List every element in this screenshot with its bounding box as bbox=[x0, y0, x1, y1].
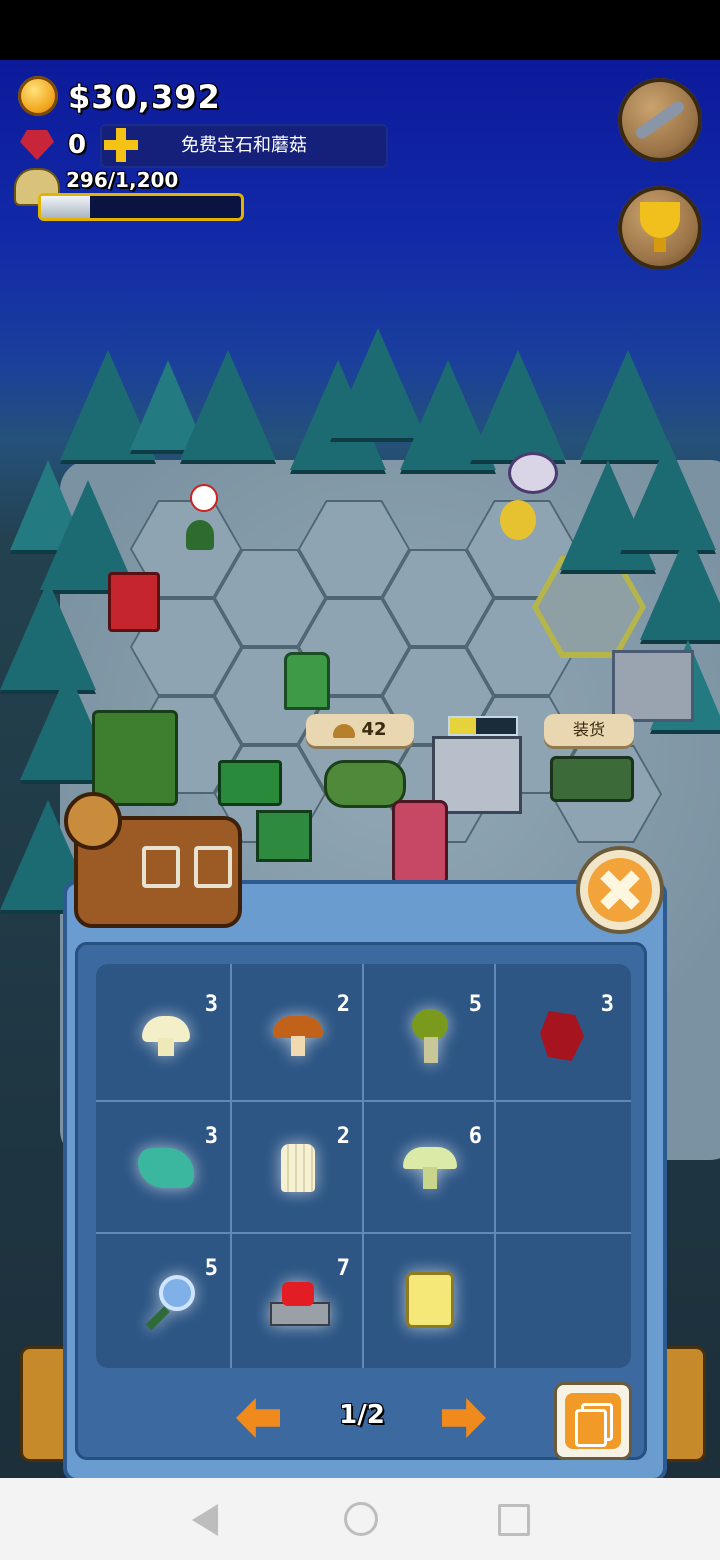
cards-icon bbox=[565, 1393, 621, 1449]
solar-panel-station[interactable] bbox=[612, 650, 694, 722]
back-icon[interactable] bbox=[192, 1504, 218, 1536]
system-nav-bar bbox=[0, 1478, 720, 1560]
character-sprite[interactable] bbox=[186, 520, 214, 550]
alert-bubble[interactable] bbox=[190, 484, 218, 512]
inventory-slot[interactable]: 6 bbox=[364, 1102, 496, 1234]
coin-icon bbox=[18, 76, 58, 116]
teal-mushroom-icon bbox=[138, 1148, 194, 1188]
inventory-slot[interactable]: 2 bbox=[232, 970, 364, 1102]
item-count: 5 bbox=[204, 1256, 218, 1281]
close-icon bbox=[588, 858, 652, 922]
free-gems-label: 免费宝石和蘑菇 bbox=[181, 135, 307, 156]
item-count: 7 bbox=[336, 1256, 350, 1281]
xp-progress-fill bbox=[41, 196, 91, 218]
item-count: 6 bbox=[468, 1124, 482, 1149]
jar-icon bbox=[406, 1272, 454, 1328]
stack-items-button[interactable] bbox=[554, 1382, 632, 1460]
green-mushroom-icon bbox=[410, 1009, 450, 1063]
pine-tree bbox=[640, 530, 720, 640]
xp-counter: 296/1,200 bbox=[66, 168, 179, 192]
item-count: 3 bbox=[600, 992, 614, 1017]
item-count: 3 bbox=[204, 1124, 218, 1149]
free-gems-banner[interactable]: 免费宝石和蘑菇 bbox=[100, 124, 388, 168]
inventory-slot[interactable]: 5 bbox=[100, 1234, 232, 1366]
inventory-slot[interactable]: 2 bbox=[232, 1102, 364, 1234]
sign-board[interactable] bbox=[256, 810, 312, 862]
home-icon[interactable] bbox=[344, 1502, 378, 1536]
mushroom-count-tag[interactable]: 42 bbox=[306, 714, 414, 746]
gem-count: 0 bbox=[68, 130, 87, 160]
inventory-slot[interactable]: 3 bbox=[100, 970, 232, 1102]
pine-tree bbox=[470, 350, 566, 460]
water-tower[interactable] bbox=[284, 652, 330, 710]
recents-icon[interactable] bbox=[498, 1504, 530, 1536]
money-amount: $30,392 bbox=[68, 78, 221, 116]
wrench-icon bbox=[633, 99, 687, 141]
campfire-icon[interactable] bbox=[500, 500, 536, 540]
item-count: 3 bbox=[204, 992, 218, 1017]
delivery-bike[interactable] bbox=[550, 756, 634, 802]
backpack-icon bbox=[64, 792, 242, 928]
xp-progress-bar bbox=[38, 193, 244, 221]
mushroom-icon bbox=[333, 723, 356, 738]
pine-tree bbox=[180, 350, 276, 460]
npc-sprite[interactable] bbox=[392, 800, 448, 886]
trophy-icon bbox=[640, 202, 680, 238]
inventory-slot-empty[interactable] bbox=[496, 1234, 628, 1366]
inventory-slot[interactable]: 3 bbox=[100, 1102, 232, 1234]
red-gem-icon bbox=[540, 1011, 584, 1061]
item-count: 2 bbox=[336, 992, 350, 1017]
magnifier-icon bbox=[141, 1275, 195, 1331]
mushroom-log[interactable] bbox=[324, 760, 406, 808]
page-indicator: 1/2 bbox=[339, 1400, 385, 1430]
inventory-slot-empty[interactable] bbox=[496, 1102, 628, 1234]
add-gems-button[interactable] bbox=[104, 128, 138, 162]
item-count: 5 bbox=[468, 992, 482, 1017]
status-bar bbox=[0, 0, 720, 60]
inventory-slot[interactable]: 5 bbox=[364, 970, 496, 1102]
brown-mushroom-icon bbox=[273, 1016, 323, 1056]
inventory-slot[interactable]: 3 bbox=[496, 970, 628, 1102]
settings-button[interactable] bbox=[618, 78, 702, 162]
achievements-button[interactable] bbox=[618, 186, 702, 270]
inventory-slot[interactable]: 7 bbox=[232, 1234, 364, 1366]
question-bubble-icon[interactable] bbox=[508, 452, 558, 494]
machine-progress-bar bbox=[448, 716, 518, 736]
inventory-slot[interactable] bbox=[364, 1234, 496, 1366]
item-count: 2 bbox=[336, 1124, 350, 1149]
enoki-mushroom-icon bbox=[281, 1144, 315, 1192]
load-cargo-tag[interactable]: 装货 bbox=[544, 714, 634, 746]
pale-mushroom-icon bbox=[403, 1147, 457, 1189]
vending-machine[interactable] bbox=[108, 572, 160, 632]
red-button-icon bbox=[270, 1278, 330, 1326]
white-mushroom-icon bbox=[142, 1016, 190, 1056]
close-button[interactable] bbox=[576, 846, 664, 934]
